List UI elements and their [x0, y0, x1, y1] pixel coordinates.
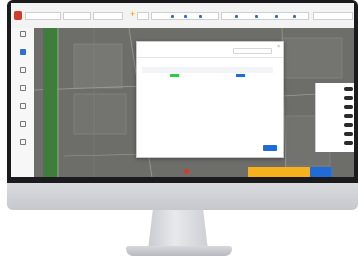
sidebar-item-settings[interactable]	[13, 138, 32, 154]
toggle-switch[interactable]	[344, 96, 353, 100]
row-action-button[interactable]	[235, 74, 245, 78]
toggle-switch[interactable]	[344, 114, 353, 118]
toolbar-select-2[interactable]	[63, 12, 91, 20]
settings-icon	[19, 139, 26, 145]
route-icon	[19, 67, 26, 73]
user-icon	[19, 103, 26, 109]
chart-icon	[19, 121, 26, 127]
data-dialog: ×	[136, 41, 284, 158]
toggle-switch[interactable]	[344, 132, 353, 136]
status-badge	[170, 74, 180, 78]
toggle-switch[interactable]	[344, 123, 353, 127]
checkbox-icon[interactable]	[184, 15, 187, 18]
checkbox-icon[interactable]	[275, 15, 278, 18]
layer-toggle-row[interactable]	[318, 84, 353, 93]
map-pin-icon	[19, 49, 26, 55]
document-icon	[19, 85, 26, 91]
left-sidebar	[11, 28, 35, 177]
checkbox-icon[interactable]	[235, 15, 238, 18]
table-row[interactable]	[142, 73, 273, 79]
layer-toggle-row[interactable]	[318, 120, 353, 129]
add-icon[interactable]: +	[130, 10, 135, 19]
checkbox-icon[interactable]	[171, 15, 174, 18]
top-toolbar: +	[11, 3, 354, 29]
dialog-divider	[137, 57, 283, 58]
sidebar-item-location[interactable]	[13, 48, 32, 64]
dialog-search-input[interactable]	[233, 48, 272, 54]
layer-toggle-row[interactable]	[318, 138, 353, 147]
table-cell	[208, 73, 274, 79]
checkbox-icon[interactable]	[199, 15, 202, 18]
sidebar-item-chart[interactable]	[13, 120, 32, 136]
layer-toggle-row[interactable]	[318, 111, 353, 120]
sidebar-item-layers[interactable]	[13, 30, 32, 46]
layer-toggle-panel	[315, 83, 354, 152]
monitor-stand	[148, 210, 208, 250]
toolbar-select-3[interactable]	[93, 12, 123, 20]
toolbar-select-4[interactable]	[137, 12, 149, 20]
app-logo-icon	[14, 11, 22, 20]
close-icon[interactable]: ×	[277, 45, 280, 50]
layers-icon	[19, 31, 26, 37]
toggle-switch[interactable]	[344, 141, 353, 145]
sidebar-item-document[interactable]	[13, 84, 32, 100]
toggle-switch[interactable]	[344, 105, 353, 109]
app-screen: + ×	[11, 3, 354, 177]
status-warning-bar[interactable]	[248, 167, 310, 177]
toolbar-select-1[interactable]	[25, 12, 61, 20]
checkbox-icon[interactable]	[293, 15, 296, 18]
layer-toggle-row[interactable]	[318, 129, 353, 138]
green-route-strip	[43, 28, 57, 177]
dialog-table	[142, 67, 273, 79]
layer-toggle-row[interactable]	[318, 93, 353, 102]
confirm-button[interactable]	[263, 145, 277, 151]
toolbar-user-menu[interactable]	[313, 12, 353, 20]
table-cell	[142, 73, 208, 79]
status-action-button[interactable]	[310, 167, 331, 177]
monitor-chin	[7, 183, 358, 210]
checkbox-icon[interactable]	[255, 15, 258, 18]
sidebar-item-user[interactable]	[13, 102, 32, 118]
monitor-stand-base	[126, 246, 232, 256]
map-marker-icon[interactable]	[184, 169, 189, 174]
layer-toggle-row[interactable]	[318, 102, 353, 111]
toggle-switch[interactable]	[344, 87, 353, 91]
sidebar-item-route[interactable]	[13, 66, 32, 82]
